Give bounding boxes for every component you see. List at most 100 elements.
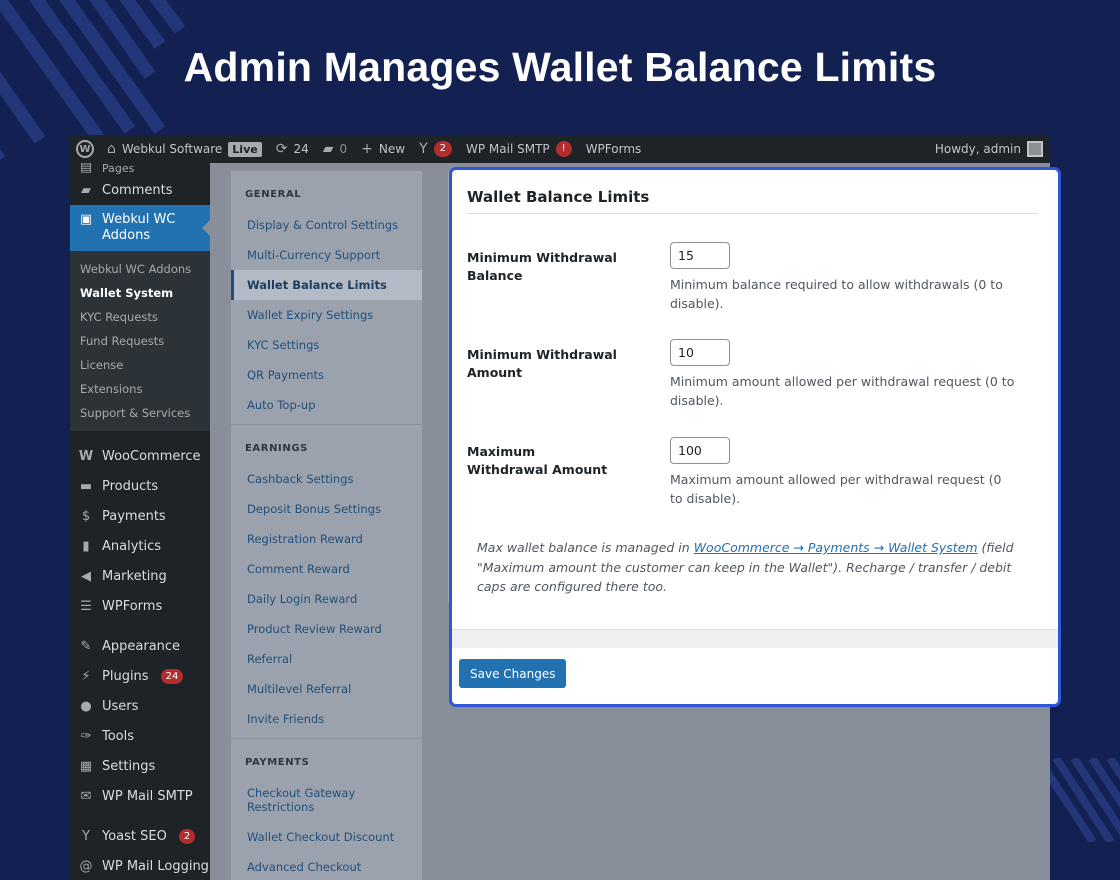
live-badge: Live: [228, 141, 262, 157]
subnav-item[interactable]: Wallet Checkout Discount: [231, 822, 422, 852]
subnav-item[interactable]: Auto Top-up: [231, 390, 422, 420]
subnav-item[interactable]: Product Review Reward: [231, 614, 422, 644]
at-icon: @: [79, 858, 93, 874]
payments-icon: $: [81, 508, 91, 524]
min-withdrawal-amount-input[interactable]: [670, 339, 730, 366]
analytics-icon: ▮: [82, 538, 90, 554]
max-balance-note: Max wallet balance is managed in WooComm…: [477, 540, 1014, 594]
wpforms-link[interactable]: WPForms: [579, 135, 649, 163]
sidebar-item-webkul-wc-addons[interactable]: ▣ Webkul WC Addons: [70, 205, 210, 251]
products-icon: ▬: [79, 478, 93, 494]
sidebar-item-woocommerce[interactable]: W WooCommerce: [70, 441, 210, 471]
min-withdrawal-amount-label: Minimum Withdrawal Amount: [467, 347, 617, 380]
submenu-item-current[interactable]: Wallet System: [70, 281, 210, 305]
max-withdrawal-amount-label: Maximum Withdrawal Amount: [467, 444, 608, 477]
refresh-icon: ⟳: [275, 141, 288, 157]
sidebar-submenu: Webkul WC Addons Wallet System KYC Reque…: [70, 251, 210, 431]
megaphone-icon: ◀: [81, 568, 91, 584]
sidebar-item-marketing[interactable]: ◀ Marketing: [70, 561, 210, 591]
wpforms-icon: ☰: [80, 598, 92, 614]
plugins-count-badge: 24: [160, 668, 184, 684]
users-icon: ●: [80, 698, 92, 714]
admin-sidebar: ▤ Pages ▰ Comments ▣ Webkul WC Addons We…: [70, 163, 210, 880]
comments-link[interactable]: ▰ 0: [316, 135, 354, 163]
save-changes-button[interactable]: Save Changes: [459, 659, 567, 688]
subnav-item[interactable]: Comment Reward: [231, 554, 422, 584]
sidebar-item-users[interactable]: ● Users: [70, 691, 210, 721]
site-name-link[interactable]: ⌂ Webkul Software Live: [100, 135, 269, 163]
sidebar-item-pages[interactable]: ▤ Pages: [70, 163, 210, 175]
wallet-system-settings-link[interactable]: WooCommerce → Payments → Wallet System: [694, 540, 978, 555]
submenu-item[interactable]: Support & Services: [70, 401, 210, 425]
min-withdrawal-amount-description: Minimum amount allowed per withdrawal re…: [670, 374, 1015, 408]
subnav-item-active[interactable]: Wallet Balance Limits: [231, 270, 422, 300]
card-footer-divider: [452, 629, 1058, 648]
subnav-item[interactable]: Multi-Currency Support: [231, 240, 422, 270]
sidebar-item-settings[interactable]: ▦ Settings: [70, 751, 210, 781]
card-title: Wallet Balance Limits: [467, 188, 650, 206]
min-withdrawal-balance-label: Minimum Withdrawal Balance: [467, 250, 617, 283]
sidebar-item-products[interactable]: ▬ Products: [70, 471, 210, 501]
sidebar-item-wp-mail-smtp[interactable]: ✉ WP Mail SMTP: [70, 781, 210, 811]
subnav-item[interactable]: Deposit Bonus Settings: [231, 494, 422, 524]
comment-icon: ▰: [322, 141, 334, 157]
yoast-count-badge: 2: [178, 828, 196, 844]
min-withdrawal-balance-description: Minimum balance required to allow withdr…: [670, 277, 1003, 311]
sidebar-item-tools[interactable]: ✑ Tools: [70, 721, 210, 751]
sidebar-item-wpforms[interactable]: ☰ WPForms: [70, 591, 210, 621]
subnav-heading: GENERAL: [245, 189, 302, 200]
subnav-item[interactable]: KYC Settings: [231, 330, 422, 360]
new-content-link[interactable]: + New: [354, 135, 412, 163]
home-icon: ⌂: [107, 141, 116, 157]
woocommerce-icon: W: [78, 448, 94, 464]
subnav-item[interactable]: Cashback Settings: [231, 464, 422, 494]
store-icon: ▣: [79, 212, 93, 227]
subnav-item[interactable]: Referral: [231, 644, 422, 674]
submenu-item[interactable]: KYC Requests: [70, 305, 210, 329]
wp-mail-smtp-link[interactable]: WP Mail SMTP !: [459, 135, 579, 163]
sidebar-item-appearance[interactable]: ✎ Appearance: [70, 631, 210, 661]
subnav-item[interactable]: Checkout Gateway Restrictions: [231, 778, 422, 822]
min-withdrawal-balance-input[interactable]: [670, 242, 730, 269]
updates-link[interactable]: ⟳ 24: [269, 135, 316, 163]
submenu-item[interactable]: Extensions: [70, 377, 210, 401]
subnav-item[interactable]: Daily Login Reward: [231, 584, 422, 614]
sidebar-item-wp-mail-logging[interactable]: @ WP Mail Logging: [70, 851, 210, 880]
sidebar-item-analytics[interactable]: ▮ Analytics: [70, 531, 210, 561]
title-divider: [467, 213, 1038, 214]
subnav-heading: PAYMENTS: [245, 757, 310, 768]
pages-icon: ▤: [79, 163, 93, 175]
subnav-item[interactable]: Registration Reward: [231, 524, 422, 554]
avatar: [1027, 141, 1043, 157]
sidebar-item-comments[interactable]: ▰ Comments: [70, 175, 210, 205]
max-withdrawal-amount-input[interactable]: [670, 437, 730, 464]
sidebar-item-plugins[interactable]: ⚡ Plugins 24: [70, 661, 210, 691]
admin-bar: W ⌂ Webkul Software Live ⟳ 24 ▰ 0 + New …: [70, 135, 1050, 163]
subnav-item[interactable]: Advanced Checkout: [231, 852, 422, 880]
comment-icon: ▰: [81, 182, 91, 198]
hero-title: Admin Manages Wallet Balance Limits: [183, 44, 937, 90]
settings-subnav: GENERAL Display & Control Settings Multi…: [230, 170, 423, 880]
subnav-item[interactable]: Multilevel Referral: [231, 674, 422, 704]
mail-icon: ✉: [80, 788, 92, 804]
settings-icon: ▦: [79, 758, 93, 774]
plus-icon: +: [361, 141, 373, 157]
wrench-icon: ✑: [80, 728, 92, 744]
submenu-item[interactable]: Fund Requests: [70, 329, 210, 353]
max-withdrawal-amount-description: Maximum amount allowed per withdrawal re…: [670, 472, 1002, 506]
subnav-item[interactable]: Invite Friends: [231, 704, 422, 734]
subnav-item[interactable]: Display & Control Settings: [231, 210, 422, 240]
account-menu[interactable]: Howdy, admin: [928, 135, 1050, 163]
yoast-link[interactable]: Y 2: [412, 135, 459, 163]
submenu-item[interactable]: License: [70, 353, 210, 377]
yoast-icon: Y: [419, 141, 428, 157]
subnav-item[interactable]: Wallet Expiry Settings: [231, 300, 422, 330]
sidebar-item-payments[interactable]: $ Payments: [70, 501, 210, 531]
subnav-item[interactable]: QR Payments: [231, 360, 422, 390]
plugin-icon: ⚡: [81, 668, 91, 684]
wordpress-logo-icon[interactable]: W: [70, 135, 100, 163]
decorative-stripes-bottom-right: [1048, 758, 1120, 842]
brush-icon: ✎: [80, 638, 92, 654]
sidebar-item-yoast-seo[interactable]: Y Yoast SEO 2: [70, 821, 210, 851]
submenu-item[interactable]: Webkul WC Addons: [70, 257, 210, 281]
